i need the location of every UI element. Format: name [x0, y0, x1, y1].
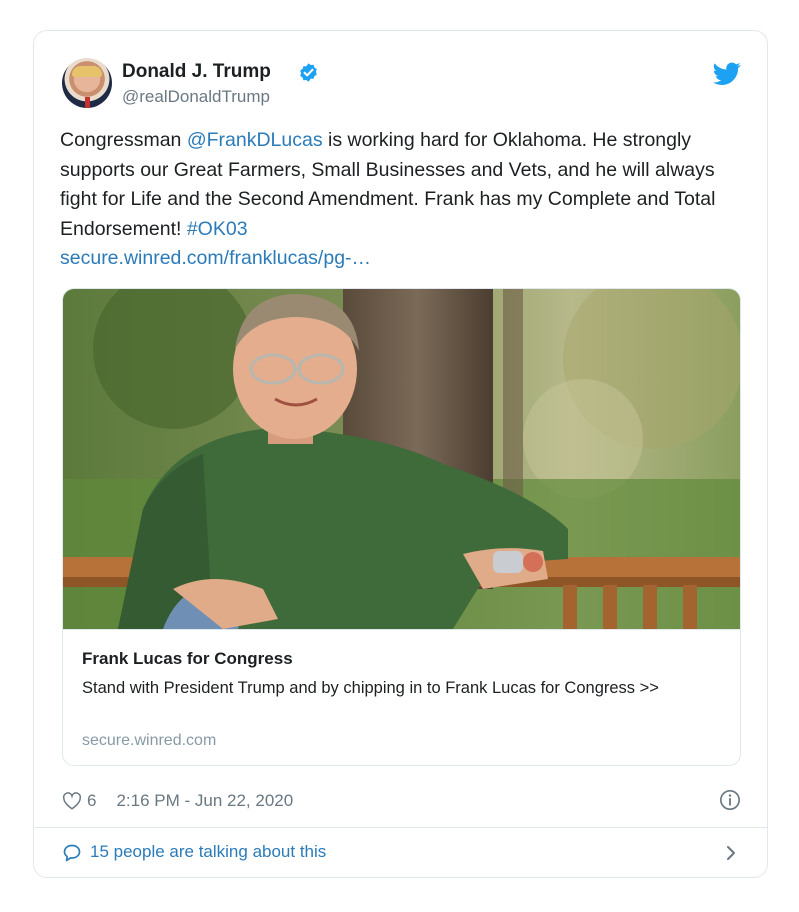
author-name[interactable]: Donald J. Trump — [122, 61, 271, 83]
card-photo[interactable] — [63, 289, 741, 629]
tweet-card: Donald J. Trump @realDonaldTrump Congres… — [33, 30, 768, 878]
info-icon[interactable] — [719, 789, 741, 811]
conversation-link[interactable]: 15 people are talking about this — [90, 842, 326, 862]
tweet-meta: 6 2:16 PM - Jun 22, 2020 — [62, 789, 293, 813]
link-card-meta[interactable]: Frank Lucas for Congress Stand with Pres… — [63, 629, 740, 765]
like-count[interactable]: 6 — [87, 791, 96, 811]
avatar-tie — [85, 97, 90, 108]
link-card-domain: secure.winred.com — [82, 732, 217, 749]
hashtag-link[interactable]: #OK03 — [187, 218, 248, 240]
verified-badge-icon — [300, 63, 317, 82]
author-avatar[interactable] — [62, 58, 112, 108]
conversation-footer[interactable]: 15 people are talking about this — [34, 827, 767, 879]
link-card[interactable]: Frank Lucas for Congress Stand with Pres… — [62, 288, 741, 766]
tweet-timestamp[interactable]: 2:16 PM - Jun 22, 2020 — [116, 791, 293, 811]
heart-icon[interactable] — [62, 792, 82, 810]
chevron-right-icon[interactable] — [725, 844, 737, 862]
speech-bubble-icon — [63, 844, 81, 862]
link-card-title: Frank Lucas for Congress — [82, 649, 293, 668]
mention-link[interactable]: @FrankDLucas — [187, 129, 323, 151]
twitter-bird-icon[interactable] — [713, 62, 741, 86]
link-card-description: Stand with President Trump and by chippi… — [82, 679, 659, 697]
tweet-text: Congressman @FrankDLucas is working hard… — [60, 126, 750, 274]
url-link[interactable]: secure.winred.com/franklucas/pg-… — [60, 247, 371, 269]
avatar-hair — [72, 66, 102, 77]
tweet-text-part: Congressman — [60, 129, 187, 151]
author-handle[interactable]: @realDonaldTrump — [122, 87, 270, 107]
